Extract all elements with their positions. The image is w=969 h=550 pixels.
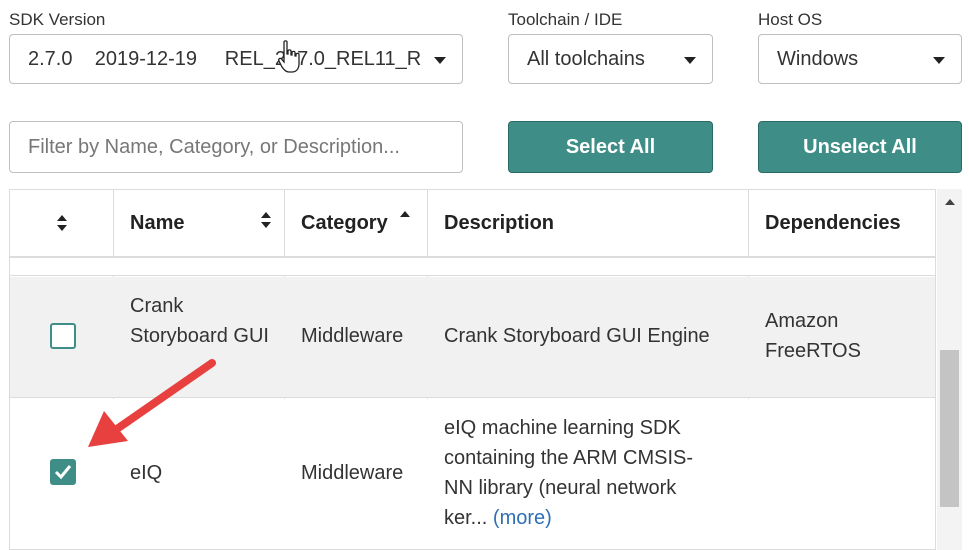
sort-ascending-icon bbox=[400, 211, 410, 217]
table-header: Name Category Description Dependencies bbox=[10, 190, 935, 258]
unselect-all-button[interactable]: Unselect All bbox=[758, 121, 962, 173]
row-select-checkbox[interactable] bbox=[50, 459, 76, 485]
chevron-down-icon bbox=[434, 57, 446, 64]
description-text: eIQ machine learning SDK containing the … bbox=[444, 417, 693, 529]
toolchain-label: Toolchain / IDE bbox=[508, 10, 623, 29]
component-description: eIQ machine learning SDK containing the … bbox=[444, 413, 714, 533]
annotation-arrow-icon bbox=[88, 359, 216, 447]
sdk-version-select[interactable]: 2.7.0 2019-12-19 REL_2_7.0_REL11_R bbox=[9, 34, 463, 84]
scrollbar-thumb[interactable] bbox=[940, 350, 959, 507]
component-description: Crank Storyboard GUI Engine bbox=[444, 325, 710, 347]
toolchain-value: All toolchains bbox=[527, 47, 645, 70]
row-select-checkbox[interactable] bbox=[50, 323, 76, 349]
category-header-label: Category bbox=[301, 211, 388, 234]
host-os-label: Host OS bbox=[758, 10, 823, 29]
select-all-button[interactable]: Select All bbox=[508, 121, 713, 173]
select-column-header[interactable] bbox=[10, 190, 114, 256]
component-dependencies: Amazon FreeRTOS bbox=[765, 310, 861, 362]
description-header-label: Description bbox=[444, 211, 555, 234]
sdk-version-value: 2.7.0 2019-12-19 REL_2_7.0_REL11_R bbox=[28, 47, 422, 70]
dependencies-header-label: Dependencies bbox=[765, 211, 901, 234]
checkmark-icon bbox=[54, 465, 72, 480]
description-column-header: Description bbox=[428, 190, 749, 256]
category-column-header[interactable]: Category bbox=[285, 190, 428, 256]
component-name: eIQ bbox=[130, 462, 163, 484]
component-name: Crank Storyboard GUI bbox=[130, 295, 269, 347]
host-os-select[interactable]: Windows bbox=[758, 34, 962, 84]
hand-cursor-icon bbox=[278, 40, 300, 73]
component-category: Middleware bbox=[301, 462, 404, 484]
sort-icon bbox=[261, 212, 271, 228]
table-row bbox=[10, 258, 935, 276]
component-category: Middleware bbox=[301, 325, 404, 347]
sdk-version-label: SDK Version bbox=[9, 10, 106, 29]
chevron-down-icon bbox=[684, 57, 696, 64]
scroll-up-icon[interactable] bbox=[945, 199, 955, 205]
toolchain-select[interactable]: All toolchains bbox=[508, 34, 713, 84]
filter-input[interactable] bbox=[9, 121, 463, 173]
chevron-down-icon bbox=[933, 57, 945, 64]
more-link[interactable]: (more) bbox=[493, 507, 552, 529]
host-os-value: Windows bbox=[777, 47, 859, 70]
name-column-header[interactable]: Name bbox=[114, 190, 285, 256]
sort-icon bbox=[57, 215, 67, 231]
name-header-label: Name bbox=[130, 211, 185, 234]
dependencies-column-header: Dependencies bbox=[749, 190, 935, 256]
table-scrollbar[interactable] bbox=[937, 189, 962, 550]
